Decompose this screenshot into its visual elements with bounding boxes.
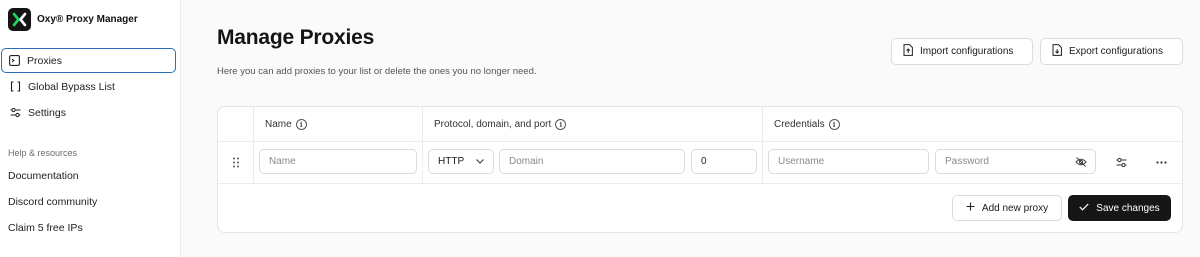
add-new-proxy-label: Add new proxy [981, 202, 1049, 214]
oxy-logo-icon [8, 8, 31, 31]
file-export-icon [1052, 44, 1062, 59]
column-header-label: Protocol, domain, and port [434, 119, 552, 130]
export-configurations-label: Export configurations [1069, 46, 1163, 57]
proxy-table: Name i Protocol, domain, and port i Cred… [217, 106, 1183, 233]
column-divider [253, 107, 254, 183]
help-resources-heading: Help & resources [8, 148, 78, 158]
drag-handle-icon[interactable] [225, 151, 247, 173]
column-header-label: Credentials [774, 119, 825, 130]
check-icon [1079, 203, 1089, 214]
claim-free-ips-link[interactable]: Claim 5 free IPs [8, 222, 83, 234]
save-changes-button[interactable]: Save changes [1068, 195, 1171, 221]
column-divider [422, 107, 423, 183]
protocol-select[interactable]: HTTP [428, 149, 494, 174]
column-divider [762, 107, 763, 183]
sidebar-item-label: Proxies [27, 54, 63, 67]
import-configurations-label: Import configurations [920, 46, 1014, 57]
column-header-label: Name [265, 119, 292, 130]
sidebar-nav: Proxies Global Bypass List Settings [0, 48, 181, 126]
proxy-name-input[interactable] [259, 149, 417, 174]
brackets-icon [9, 81, 21, 93]
page-title: Manage Proxies [217, 26, 375, 49]
protocol-value: HTTP [438, 156, 465, 167]
column-header-protocol: Protocol, domain, and port i [434, 119, 567, 130]
add-new-proxy-button[interactable]: Add new proxy [952, 195, 1062, 221]
import-configurations-button[interactable]: Import configurations [891, 38, 1033, 65]
table-header [218, 107, 1182, 142]
domain-input[interactable] [499, 149, 685, 174]
discord-community-link[interactable]: Discord community [8, 196, 97, 208]
column-header-name: Name i [265, 119, 307, 130]
info-icon[interactable]: i [295, 119, 307, 130]
proxy-settings-icon[interactable] [1110, 151, 1132, 173]
sidebar-item-settings[interactable]: Settings [0, 100, 176, 125]
sliders-icon [9, 107, 21, 119]
app-name: Oxy® Proxy Manager [37, 14, 138, 25]
sidebar: Oxy® Proxy Manager Proxies Global Bypass… [0, 0, 181, 257]
documentation-link[interactable]: Documentation [8, 170, 79, 182]
sidebar-item-label: Global Bypass List [28, 80, 115, 93]
sidebar-item-proxies[interactable]: Proxies [1, 48, 176, 73]
terminal-icon [8, 55, 20, 67]
more-options-icon[interactable] [1150, 151, 1172, 173]
username-input[interactable] [768, 149, 929, 174]
file-import-icon [903, 44, 913, 59]
save-changes-label: Save changes [1096, 202, 1160, 214]
page-subtitle: Here you can add proxies to your list or… [217, 66, 537, 77]
info-icon[interactable]: i [555, 119, 567, 130]
port-input[interactable] [691, 149, 757, 174]
sidebar-item-global-bypass-list[interactable]: Global Bypass List [0, 74, 176, 99]
eye-off-icon[interactable] [1070, 151, 1092, 173]
plus-icon [966, 202, 975, 214]
brand[interactable]: Oxy® Proxy Manager [8, 8, 138, 31]
export-configurations-button[interactable]: Export configurations [1040, 38, 1183, 65]
chevron-down-icon [476, 156, 484, 167]
column-header-credentials: Credentials i [774, 119, 840, 130]
row-divider [218, 183, 1182, 184]
sidebar-item-label: Settings [28, 106, 66, 119]
info-icon[interactable]: i [828, 119, 840, 130]
